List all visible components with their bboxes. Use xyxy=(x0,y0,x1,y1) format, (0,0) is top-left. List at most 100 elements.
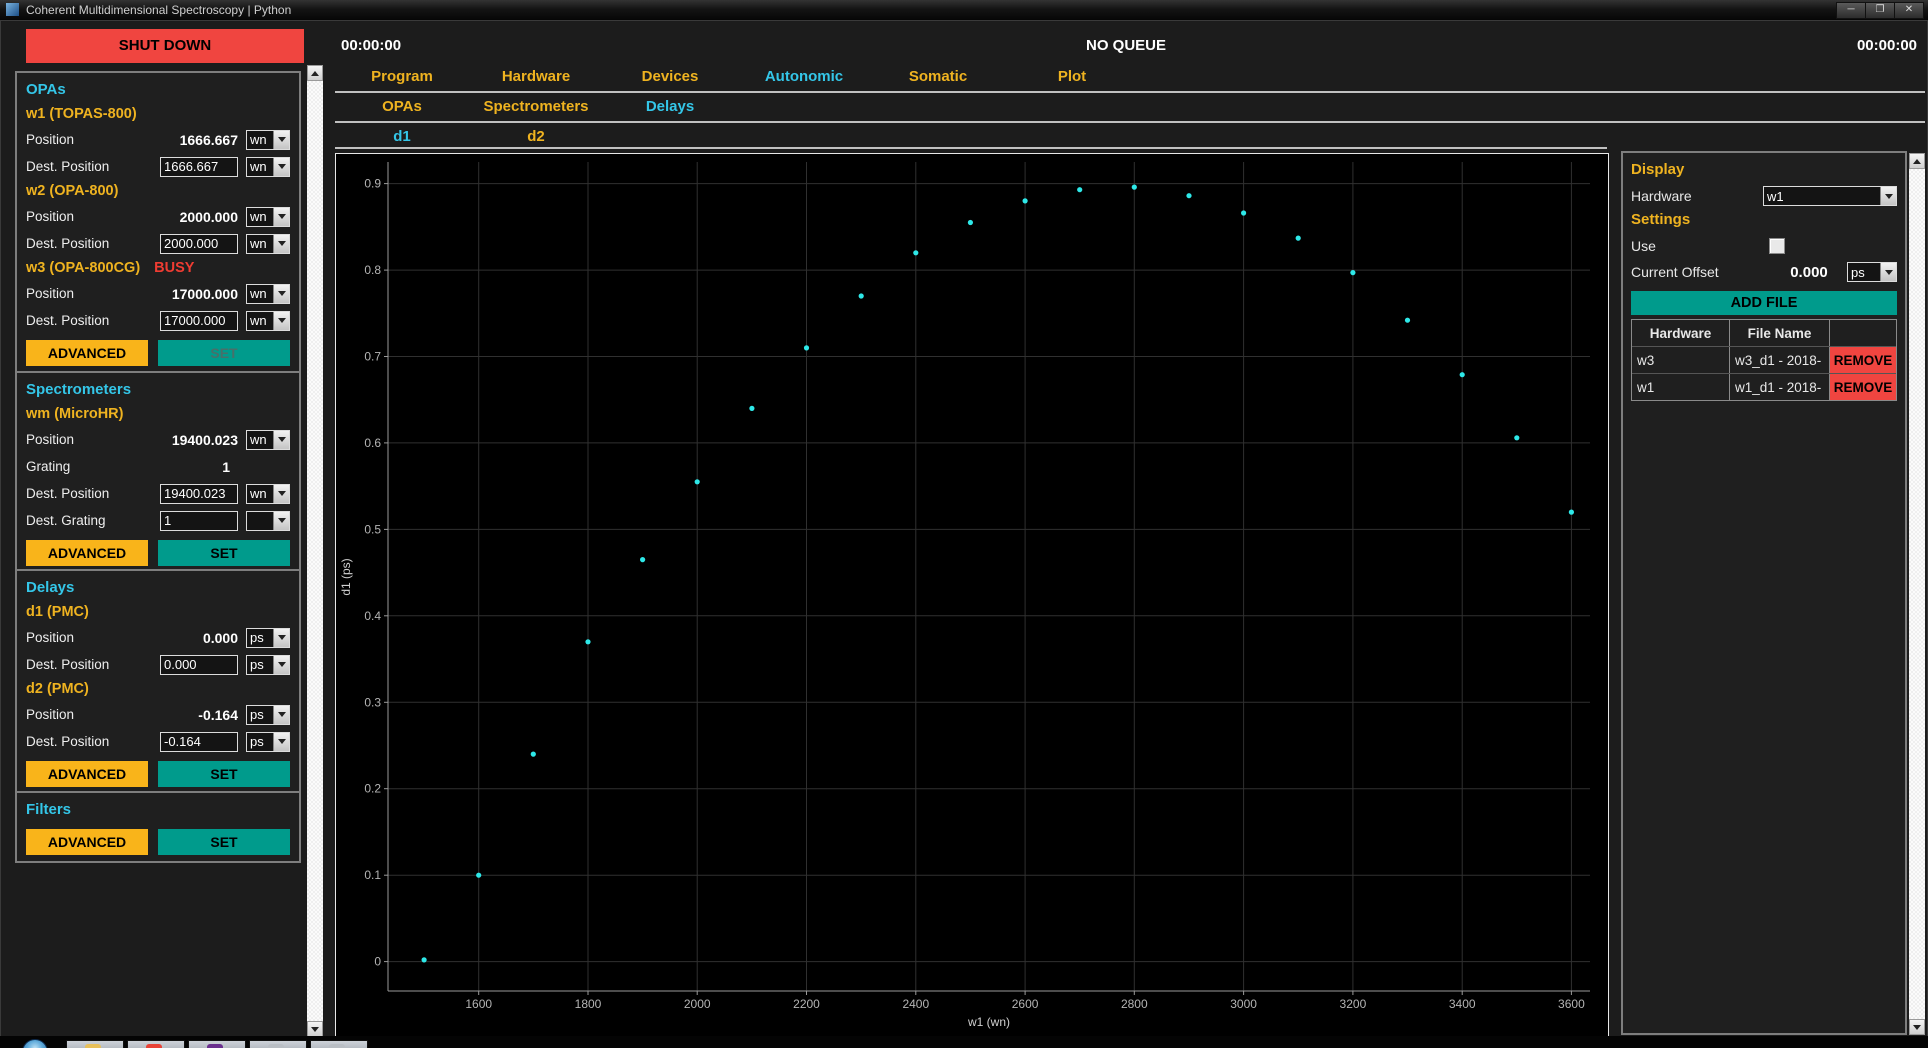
close-button[interactable]: ✕ xyxy=(1894,2,1924,19)
panel-scrollbar[interactable] xyxy=(1909,153,1925,1035)
chevron-down-icon[interactable] xyxy=(273,285,289,303)
units-select[interactable] xyxy=(246,511,290,531)
chevron-down-icon[interactable] xyxy=(273,431,289,449)
advanced-button[interactable]: ADVANCED xyxy=(26,829,148,855)
set-button[interactable]: SET xyxy=(158,540,290,566)
sidebar-scrollbar[interactable] xyxy=(307,65,323,1037)
dest-position-input[interactable] xyxy=(160,157,238,177)
field-label: Dest. Position xyxy=(26,734,160,749)
shutdown-button[interactable]: SHUT DOWN xyxy=(26,29,304,63)
tab-autonomic[interactable]: Autonomic xyxy=(737,65,871,89)
chevron-down-icon[interactable] xyxy=(273,512,289,530)
advanced-button[interactable]: ADVANCED xyxy=(26,540,148,566)
offset-unit-select[interactable]: ps xyxy=(1847,262,1897,282)
chevron-down-icon[interactable] xyxy=(273,706,289,724)
tab-hardware[interactable]: Hardware xyxy=(469,65,603,89)
scroll-down-icon[interactable] xyxy=(307,1021,323,1037)
use-checkbox[interactable] xyxy=(1769,238,1785,254)
svg-text:2600: 2600 xyxy=(1012,997,1039,1011)
dest-position-input[interactable] xyxy=(160,732,238,752)
scroll-up-icon[interactable] xyxy=(1909,153,1925,169)
dest-position-input[interactable] xyxy=(160,484,238,504)
units-select[interactable]: wn xyxy=(246,284,290,304)
remove-button[interactable]: REMOVE xyxy=(1830,374,1896,400)
group-title: Filters xyxy=(26,799,290,823)
svg-text:0.1: 0.1 xyxy=(364,868,381,882)
hardware-select[interactable]: w1 xyxy=(1763,186,1897,206)
position-value: 19400.023 xyxy=(154,432,238,448)
svg-text:1800: 1800 xyxy=(575,997,602,1011)
units-select[interactable]: wn xyxy=(246,157,290,177)
maximize-button[interactable]: ❐ xyxy=(1865,2,1895,19)
units-select[interactable]: ps xyxy=(246,732,290,752)
taskbar-button-explorer[interactable] xyxy=(66,1040,124,1048)
hardware-label: Hardware xyxy=(1631,188,1755,204)
app-window: SHUT DOWN OPAsw1 (TOPAS-800)Position1666… xyxy=(0,20,1928,1038)
chevron-down-icon[interactable] xyxy=(273,312,289,330)
position-value: 1666.667 xyxy=(154,132,238,148)
field-label: Dest. Position xyxy=(26,313,160,328)
chevron-down-icon[interactable] xyxy=(273,485,289,503)
svg-text:0.5: 0.5 xyxy=(364,522,381,536)
dest-position-input[interactable] xyxy=(160,234,238,254)
device-name: wm (MicroHR) xyxy=(26,406,123,422)
add-file-button[interactable]: ADD FILE xyxy=(1631,291,1897,315)
taskbar-button-gray-app-2[interactable] xyxy=(310,1040,368,1048)
units-select[interactable]: wn xyxy=(246,207,290,227)
svg-text:3200: 3200 xyxy=(1340,997,1367,1011)
tab-underline-3 xyxy=(335,147,1607,149)
minimize-button[interactable]: ─ xyxy=(1836,2,1866,19)
scroll-down-icon[interactable] xyxy=(1909,1019,1925,1035)
units-select[interactable]: ps xyxy=(246,705,290,725)
scroll-up-icon[interactable] xyxy=(307,65,323,81)
remove-button[interactable]: REMOVE xyxy=(1830,347,1896,373)
subtab-delays[interactable]: Delays xyxy=(603,95,737,119)
units-select[interactable]: wn xyxy=(246,430,290,450)
chevron-down-icon[interactable] xyxy=(1880,263,1896,281)
taskbar-button-gray-app-1[interactable] xyxy=(249,1040,307,1048)
dest-position-input[interactable] xyxy=(160,311,238,331)
chevron-down-icon[interactable] xyxy=(1880,187,1896,205)
taskbar-button-purple-app[interactable] xyxy=(188,1040,246,1048)
column-header: File Name xyxy=(1730,320,1830,346)
units-select[interactable]: wn xyxy=(246,130,290,150)
field-label: Grating xyxy=(26,459,146,474)
tab-program[interactable]: Program xyxy=(335,65,469,89)
title-bar: Coherent Multidimensional Spectroscopy |… xyxy=(0,0,1928,21)
chevron-down-icon[interactable] xyxy=(273,235,289,253)
units-select[interactable]: ps xyxy=(246,655,290,675)
chevron-down-icon[interactable] xyxy=(273,131,289,149)
units-select[interactable]: wn xyxy=(246,234,290,254)
set-button[interactable]: SET xyxy=(158,829,290,855)
chevron-down-icon[interactable] xyxy=(273,208,289,226)
units-select[interactable]: wn xyxy=(246,311,290,331)
chevron-down-icon[interactable] xyxy=(273,733,289,751)
units-value: ps xyxy=(247,657,273,672)
set-button[interactable]: SET xyxy=(158,761,290,787)
start-button[interactable] xyxy=(22,1039,48,1048)
units-select[interactable]: ps xyxy=(246,628,290,648)
advanced-button[interactable]: ADVANCED xyxy=(26,761,148,787)
subtab-opas[interactable]: OPAs xyxy=(335,95,469,119)
taskbar[interactable] xyxy=(0,1036,1928,1048)
device-tab-d2[interactable]: d2 xyxy=(469,125,603,149)
device-tab-d1[interactable]: d1 xyxy=(335,125,469,149)
chevron-down-icon[interactable] xyxy=(273,629,289,647)
units-select[interactable]: wn xyxy=(246,484,290,504)
tab-plot[interactable]: Plot xyxy=(1005,65,1139,89)
plot-canvas[interactable]: 1600180020002200240026002800300032003400… xyxy=(335,153,1609,1039)
display-header: Display xyxy=(1631,159,1897,183)
subtab-spectrometers[interactable]: Spectrometers xyxy=(469,95,603,119)
tab-devices[interactable]: Devices xyxy=(603,65,737,89)
tab-somatic[interactable]: Somatic xyxy=(871,65,1005,89)
group-opas: OPAsw1 (TOPAS-800)Position1666.667wnDest… xyxy=(15,71,301,374)
taskbar-button-red-app[interactable] xyxy=(127,1040,185,1048)
dest-position-input[interactable] xyxy=(160,655,238,675)
set-button[interactable]: SET xyxy=(158,340,290,366)
autonomic-tab-bar: OPAsSpectrometersDelays xyxy=(335,95,737,119)
advanced-button[interactable]: ADVANCED xyxy=(26,340,148,366)
chevron-down-icon[interactable] xyxy=(273,656,289,674)
dest-position-input[interactable] xyxy=(160,511,238,531)
field-label: Position xyxy=(26,630,154,645)
chevron-down-icon[interactable] xyxy=(273,158,289,176)
